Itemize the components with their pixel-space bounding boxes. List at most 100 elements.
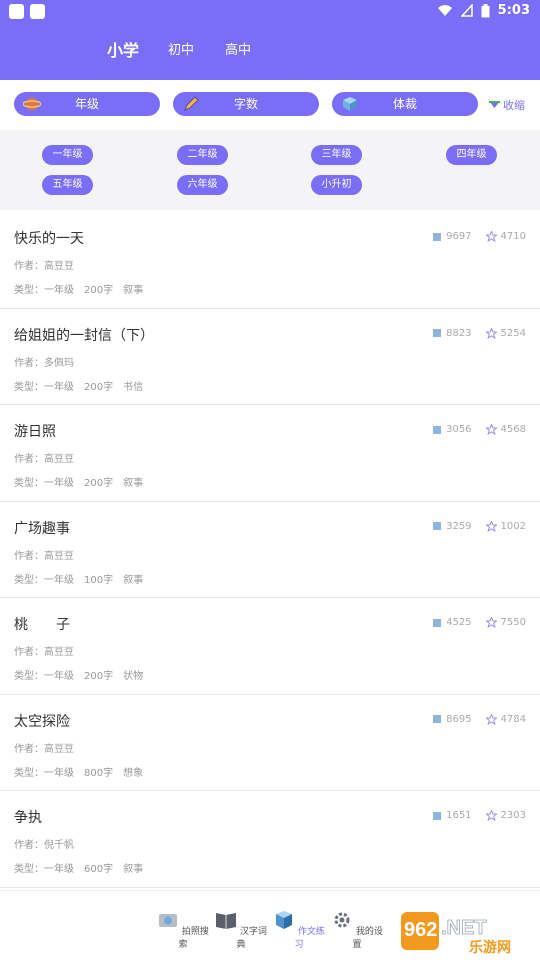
essay-list-item[interactable]: 给姐姐的一封信（下） 8823 5254 作者：多佩玛 类型：一年级 200字 书信 — [0, 309, 540, 405]
essay-meta: 类型：一年级 100字 叙事 — [14, 571, 153, 586]
nav-settings[interactable]: 我的设置 — [329, 909, 385, 950]
grade-chip[interactable]: 四年级 — [446, 145, 497, 165]
book-icon — [433, 425, 442, 434]
essay-words: 200字 — [84, 285, 114, 296]
star-count: 4710 — [500, 231, 526, 242]
essay-words: 200字 — [84, 381, 114, 393]
level-tabs: 小学 初中 高中 — [0, 23, 540, 80]
star-icon — [485, 810, 497, 821]
essay-words: 200字 — [84, 478, 114, 489]
essay-list-item[interactable]: 桃 子 4525 7550 作者：高豆豆 类型：一年级 200字 状物 — [0, 598, 540, 695]
essay-stats: 4525 7550 — [432, 617, 526, 628]
watermark-logo: 962 .NET 乐游网 — [401, 912, 511, 954]
svg-text:962: 962 — [404, 919, 437, 941]
collapse-label: 收缩 — [503, 99, 525, 112]
essay-list-item[interactable]: 广场趣事 3259 1002 作者：高豆豆 类型：一年级 100字 叙事 — [0, 502, 540, 598]
essay-meta: 类型：一年级 800字 想象 — [14, 764, 153, 779]
notebook-icon — [276, 911, 293, 929]
essay-meta: 类型：一年级 200字 叙事 — [14, 474, 153, 489]
essay-list-item[interactable]: 争执 1651 2303 作者：倪千帆 类型：一年级 600字 叙事 — [0, 791, 540, 888]
star-count: 5254 — [500, 327, 526, 339]
essay-genre: 状物 — [123, 671, 144, 682]
grade-chip[interactable]: 二年级 — [177, 145, 228, 165]
notification-icon — [9, 4, 24, 19]
camera-icon — [159, 914, 178, 927]
essay-stats: 1651 2303 — [432, 810, 526, 821]
star-icon — [485, 520, 497, 532]
essay-stats: 3259 1002 — [432, 520, 526, 532]
essay-meta: 类型：一年级 200字 书信 — [14, 378, 153, 393]
grade-chip[interactable]: 三年级 — [311, 145, 362, 165]
essay-stats: 8695 4784 — [432, 713, 526, 725]
essay-author: 作者：倪千帆 — [14, 840, 74, 851]
essay-list-item[interactable]: 游日照 3056 4568 作者：高豆豆 类型：一年级 200字 叙事 — [0, 405, 540, 502]
essay-title: 游日照 — [14, 424, 56, 440]
read-count: 4525 — [446, 617, 472, 628]
essay-author: 作者：高豆豆 — [14, 454, 74, 465]
read-count: 8695 — [446, 713, 472, 725]
essay-type: 类型：一年级 — [14, 478, 74, 489]
essay-meta: 类型：一年级 200字 叙事 — [14, 281, 153, 296]
grade-chip[interactable]: 五年级 — [42, 175, 93, 195]
star-count: 7550 — [500, 617, 526, 628]
status-bar: 5:03 — [0, 0, 540, 23]
essay-type: 类型：一年级 — [14, 574, 74, 586]
words-filter-label: 字数 — [233, 97, 258, 111]
clock: 5:03 — [497, 3, 530, 18]
essay-author: 作者：高豆豆 — [14, 743, 74, 755]
tab-junior[interactable]: 初中 — [168, 39, 194, 58]
read-count: 3259 — [446, 520, 472, 532]
book-icon — [433, 329, 442, 337]
essay-genre: 想象 — [123, 767, 144, 779]
grade-filter-button[interactable]: 年级 — [14, 92, 160, 116]
essay-genre: 叙事 — [123, 864, 144, 875]
grade-chip[interactable]: 一年级 — [42, 145, 93, 165]
svg-text:.NET: .NET — [441, 917, 487, 939]
essay-author: 作者：高豆豆 — [14, 550, 74, 562]
triangle-down-icon — [489, 101, 500, 108]
star-count: 1002 — [500, 520, 526, 532]
essay-words: 600字 — [84, 864, 114, 875]
tab-primary[interactable]: 小学 — [107, 37, 139, 61]
grade-chip[interactable]: 六年级 — [177, 175, 228, 195]
essay-title: 争执 — [14, 810, 42, 826]
essay-list-item[interactable]: 快乐的一天 9697 4710 作者：高豆豆 类型：一年级 200字 叙事 — [0, 212, 540, 309]
genre-filter-label: 体裁 — [392, 97, 417, 111]
collapse-button[interactable]: 收缩 — [489, 97, 525, 113]
essay-type: 类型：一年级 — [14, 285, 74, 296]
star-icon — [485, 617, 497, 628]
essay-title: 桃 子 — [14, 617, 70, 633]
essay-type: 类型：一年级 — [14, 381, 74, 393]
read-count: 9697 — [446, 231, 472, 242]
nav-photo-search[interactable]: 拍照搜索 — [155, 909, 211, 950]
star-icon — [485, 713, 497, 725]
essay-genre: 书信 — [123, 381, 144, 393]
tab-senior[interactable]: 高中 — [225, 39, 251, 58]
essay-author: 作者：高豆豆 — [14, 647, 74, 658]
book-icon — [433, 522, 442, 530]
wifi-icon — [437, 5, 452, 16]
nav-label: 我的设置 — [352, 927, 383, 950]
essay-words: 200字 — [84, 671, 114, 682]
essay-list: 快乐的一天 9697 4710 作者：高豆豆 类型：一年级 200字 叙事 给姐姐的… — [0, 212, 540, 888]
nav-essay-practice[interactable]: 作文练习 — [271, 909, 327, 950]
star-icon — [485, 231, 497, 242]
essay-genre: 叙事 — [123, 574, 144, 586]
essay-type: 类型：一年级 — [14, 767, 74, 779]
genre-filter-button[interactable]: 体裁 — [332, 92, 478, 116]
book-icon — [433, 811, 442, 820]
notification-icon — [30, 4, 45, 19]
grade-chip[interactable]: 小升初 — [311, 175, 362, 195]
words-filter-button[interactable]: 字数 — [173, 92, 319, 116]
essay-list-item[interactable]: 太空探险 8695 4784 作者：高豆豆 类型：一年级 800字 想象 — [0, 695, 540, 791]
nav-label: 拍照搜索 — [178, 927, 209, 950]
signal-icon — [460, 4, 473, 17]
read-count: 1651 — [446, 810, 472, 821]
star-count: 4784 — [500, 713, 526, 725]
essay-stats: 3056 4568 — [432, 424, 526, 435]
essay-stats: 8823 5254 — [432, 327, 526, 339]
star-icon — [485, 424, 497, 435]
essay-type: 类型：一年级 — [14, 671, 74, 682]
grade-filter-label: 年级 — [74, 97, 99, 111]
nav-dictionary[interactable]: 汉字词典 — [213, 909, 269, 950]
